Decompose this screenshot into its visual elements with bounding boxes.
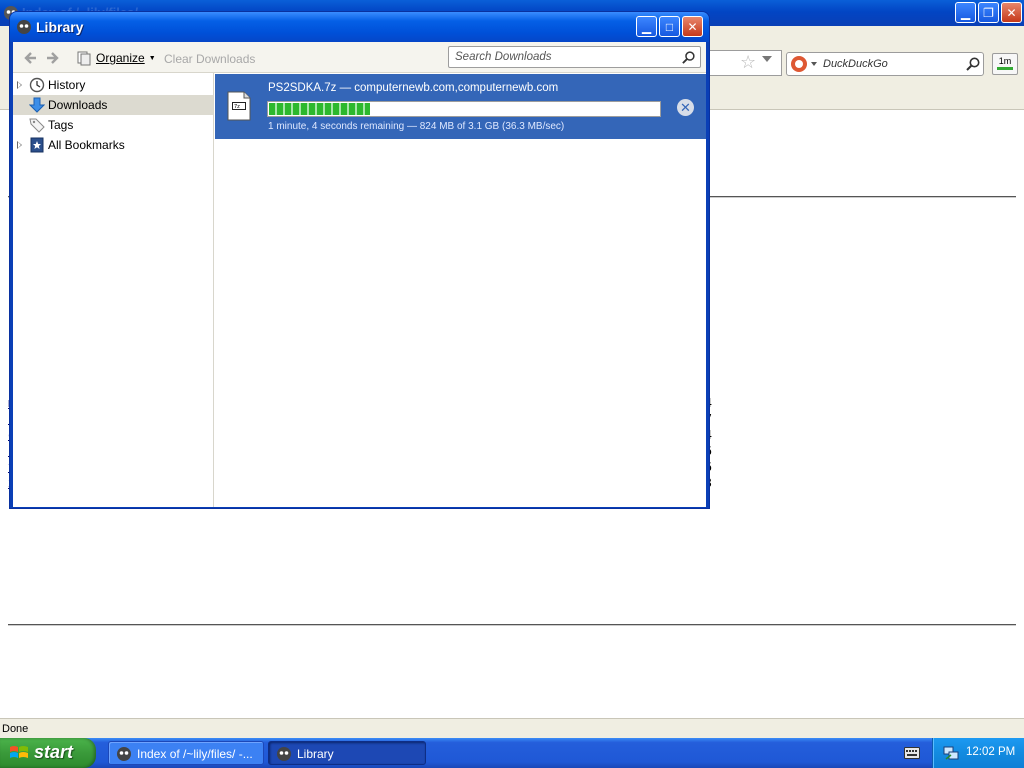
search-engine-dropdown-icon[interactable] [811, 62, 817, 66]
taskbar-browser-button[interactable]: Index of /~lily/files/ -... [108, 741, 264, 765]
library-minimize-button[interactable]: ▁ [636, 16, 657, 37]
clear-downloads-button[interactable]: Clear Downloads [164, 52, 255, 66]
web-search-placeholder: DuckDuckGo [823, 58, 888, 70]
search-icon[interactable] [965, 56, 981, 72]
taskbar-library-button[interactable]: Library [268, 741, 426, 765]
sidebar-item-label: History [48, 78, 86, 92]
bookmark-star-icon [30, 137, 44, 153]
library-close-button[interactable]: ✕ [682, 16, 703, 37]
sidebar-item-tags[interactable]: Tags [13, 115, 213, 135]
system-tray: 12:02 PM [932, 738, 1024, 768]
library-sidebar: History Downloads Tags All Bookmarks [13, 73, 214, 507]
clock-icon [29, 77, 45, 93]
addon-label: 1m [998, 56, 1012, 66]
download-filename: PS2SDKA.7z — computernewb.com,computerne… [268, 82, 559, 94]
keyboard-icon[interactable] [904, 747, 920, 759]
organize-icon [77, 51, 91, 66]
browser-statusbar: Done [0, 718, 1024, 738]
download-item[interactable]: 7z PS2SDKA.7z — computernewb.com,compute… [215, 74, 706, 139]
library-maximize-button[interactable]: □ [659, 16, 680, 37]
sidebar-item-label: Downloads [48, 98, 108, 112]
library-toolbar: Organize ▼ Clear Downloads Search Downlo… [13, 42, 706, 73]
start-label: start [34, 742, 74, 762]
sidebar-item-downloads[interactable]: Downloads [13, 95, 213, 115]
clock: 12:02 PM [966, 746, 1016, 758]
browser-restore-button[interactable]: ❐ [978, 2, 999, 23]
download-arrow-icon [29, 97, 45, 113]
status-text: Done [2, 723, 29, 735]
download-progress-bar [267, 101, 661, 117]
expand-twisty-icon[interactable] [17, 141, 22, 149]
archive-file-icon: 7z [227, 91, 251, 121]
web-search-box[interactable]: DuckDuckGo [786, 52, 984, 76]
organize-label: Organize [96, 51, 145, 65]
sidebar-item-label: Tags [48, 118, 74, 132]
svg-text:7z: 7z [234, 104, 240, 110]
organize-button[interactable]: Organize ▼ [76, 48, 156, 68]
sidebar-item-history[interactable]: History [13, 75, 213, 95]
library-body: Organize ▼ Clear Downloads Search Downlo… [13, 42, 706, 507]
cancel-download-icon[interactable]: ✕ [677, 99, 694, 116]
sidebar-item-label: All Bookmarks [48, 138, 125, 152]
tag-icon [29, 118, 45, 133]
browser-close-button[interactable]: ✕ [1001, 2, 1022, 23]
duckduckgo-icon[interactable] [791, 56, 807, 72]
download-progress-fill [269, 103, 371, 115]
sidebar-item-all-bookmarks[interactable]: All Bookmarks [13, 135, 213, 155]
search-downloads-placeholder: Search Downloads [455, 51, 552, 63]
taskbar: start Index of /~lily/files/ -... Librar… [0, 738, 1024, 768]
chevron-down-icon: ▼ [148, 54, 156, 62]
windows-flag-icon [10, 746, 28, 758]
back-arrow-icon[interactable] [22, 50, 38, 66]
library-app-icon [277, 747, 291, 761]
forward-arrow-icon[interactable] [45, 50, 61, 66]
network-icon[interactable] [943, 745, 959, 761]
downloads-list: 7z PS2SDKA.7z — computernewb.com,compute… [215, 73, 706, 507]
download-status: 1 minute, 4 seconds remaining — 824 MB o… [268, 121, 565, 132]
browser-app-icon [117, 747, 131, 761]
search-icon[interactable] [681, 50, 696, 65]
expand-twisty-icon[interactable] [17, 81, 22, 89]
taskbar-browser-label: Index of /~lily/files/ -... [137, 747, 253, 761]
search-downloads-input[interactable]: Search Downloads [448, 46, 701, 68]
start-button[interactable]: start [0, 738, 96, 768]
taskbar-library-label: Library [297, 747, 334, 761]
url-history-dropdown-icon[interactable] [762, 56, 772, 62]
library-titlebar[interactable]: Library ▁ □ ✕ [10, 12, 709, 42]
divider-bottom [8, 624, 1016, 626]
library-app-icon [17, 20, 31, 34]
addon-button[interactable]: 1m [992, 53, 1018, 75]
library-window: Library ▁ □ ✕ Organize ▼ Clear Downloads… [9, 11, 710, 509]
bookmark-star-icon[interactable]: ☆ [740, 52, 756, 73]
library-title: Library [36, 19, 84, 35]
browser-minimize-button[interactable]: ▁ [955, 2, 976, 23]
